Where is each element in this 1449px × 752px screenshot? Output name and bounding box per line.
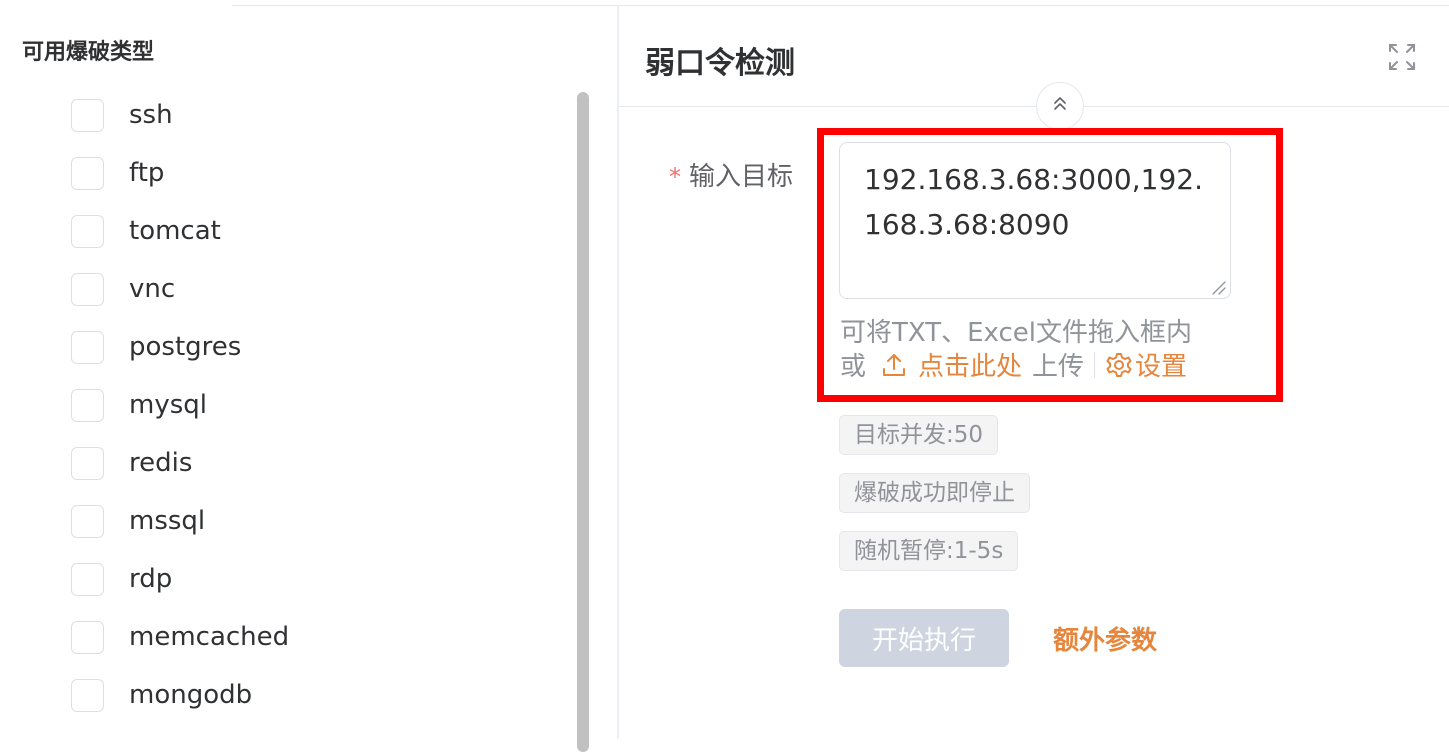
checkbox[interactable] (71, 214, 104, 248)
type-item-rdp[interactable]: rdp (71, 550, 289, 608)
type-label: tomcat (129, 216, 221, 246)
target-input[interactable]: 192.168.3.68:3000,192.168.3.68:8090 (839, 142, 1231, 299)
panel-title: 弱口令检测 (645, 46, 795, 81)
tag-concurrency: 目标并发:50 (839, 415, 999, 455)
type-label: vnc (129, 274, 176, 304)
type-item-mongodb[interactable]: mongodb (71, 666, 289, 724)
type-label: memcached (129, 622, 290, 652)
checkbox[interactable] (71, 446, 104, 480)
upload-suffix: 上传 (1032, 352, 1085, 382)
scrollbar-thumb[interactable] (577, 92, 589, 752)
separator (1094, 351, 1096, 378)
blast-type-title: 可用爆破类型 (22, 40, 155, 65)
start-button[interactable]: 开始执行 (839, 609, 1009, 667)
checkbox[interactable] (71, 678, 104, 712)
checkbox[interactable] (71, 156, 104, 190)
upload-icon[interactable] (880, 351, 908, 379)
checkbox[interactable] (71, 272, 104, 306)
top-border (232, 5, 617, 6)
resize-handle-icon[interactable] (1209, 278, 1227, 296)
type-label: rdp (129, 564, 173, 594)
target-label-text: 输入目标 (689, 162, 794, 192)
checkbox[interactable] (71, 620, 104, 654)
type-item-ftp[interactable]: ftp (71, 144, 289, 202)
target-label: * 输入目标 (669, 156, 793, 193)
type-item-mssql[interactable]: mssql (71, 492, 289, 550)
type-item-mysql[interactable]: mysql (71, 376, 289, 434)
type-label: ftp (129, 158, 165, 188)
top-border (619, 5, 1449, 6)
type-item-memcached[interactable]: memcached (71, 608, 289, 666)
tag-random-pause: 随机暂停:1-5s (839, 531, 1019, 571)
checkbox[interactable] (71, 562, 104, 596)
collapse-button[interactable] (1036, 82, 1084, 130)
type-item-tomcat[interactable]: tomcat (71, 202, 289, 260)
chevron-double-up-icon (1050, 94, 1070, 118)
required-mark: * (669, 163, 681, 191)
blast-type-panel: 可用爆破类型 ssh ftp tomcat vnc postgres mysql (0, 0, 617, 752)
upload-hint: 或 点击此处 上传 设置 (840, 346, 1187, 383)
hint-or: 或 (840, 352, 867, 382)
type-item-redis[interactable]: redis (71, 434, 289, 492)
checkbox[interactable] (71, 504, 104, 538)
type-label: mongodb (129, 680, 253, 710)
checkbox[interactable] (71, 330, 104, 364)
extra-params-link[interactable]: 额外参数 (1053, 620, 1157, 657)
type-item-postgres[interactable]: postgres (71, 318, 289, 376)
blast-type-list: ssh ftp tomcat vnc postgres mysql redis (71, 86, 289, 724)
type-label: redis (129, 448, 193, 478)
tag-stop-on-success: 爆破成功即停止 (839, 473, 1030, 513)
drag-drop-hint: 可将TXT、Excel文件拖入框内 (840, 318, 1192, 348)
type-item-ssh[interactable]: ssh (71, 86, 289, 144)
header-divider (619, 106, 1449, 107)
checkbox[interactable] (71, 98, 104, 132)
type-item-vnc[interactable]: vnc (71, 260, 289, 318)
type-label: ssh (129, 100, 173, 130)
expand-icon[interactable] (1387, 42, 1417, 72)
weak-password-panel: 弱口令检测 * 输入目标 192.168.3.68:3000,192.168.3.… (619, 0, 1449, 739)
type-label: mysql (129, 390, 207, 420)
type-label: mssql (129, 506, 206, 536)
type-label: postgres (129, 332, 242, 362)
upload-link[interactable]: 点击此处 (918, 346, 1022, 383)
gear-icon[interactable] (1105, 351, 1133, 379)
settings-link[interactable]: 设置 (1135, 346, 1187, 383)
checkbox[interactable] (71, 388, 104, 422)
